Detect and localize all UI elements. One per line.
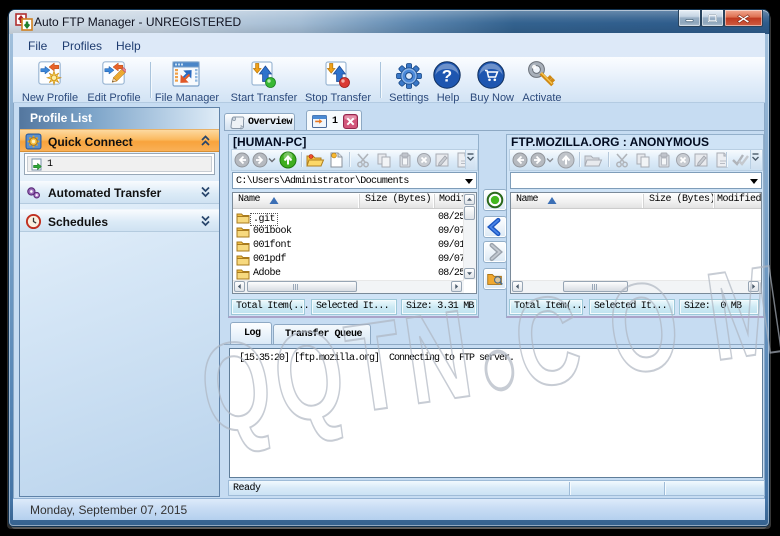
svg-text:?: ? [442, 67, 452, 86]
